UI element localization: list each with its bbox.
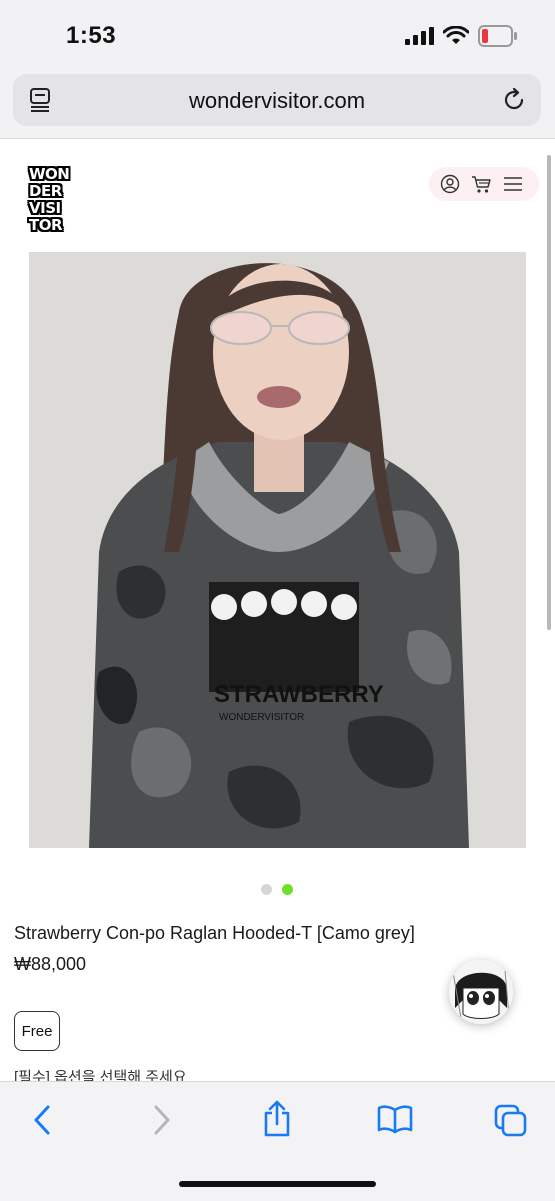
wifi-icon [443,26,469,44]
status-bar: 1:53 [0,0,555,70]
home-indicator[interactable] [179,1181,376,1187]
battery-low-icon [478,25,517,47]
tabs-icon[interactable] [494,1104,528,1138]
manga-avatar-icon [449,960,513,1024]
product-price: ₩88,000 [14,954,87,974]
print-text: STRAWBERRY [214,681,384,708]
logo-line: WON [29,165,70,183]
logo-line: DER [29,182,62,200]
status-time: 1:53 [66,22,117,49]
share-icon[interactable] [262,1100,292,1138]
scroll-indicator[interactable] [547,155,551,630]
site-logo[interactable]: WON DER VISI TOR [29,166,81,236]
product-image[interactable]: STRAWBERRY WONDERVISITOR [29,252,526,848]
menu-icon[interactable] [503,175,523,193]
browser-top-bar: wondervisitor.com [0,70,555,139]
carousel-dot-1[interactable] [261,884,272,895]
url-text: wondervisitor.com [188,88,366,113]
carousel-dot-2-active[interactable] [282,884,293,895]
forward-icon[interactable] [152,1104,172,1136]
cart-icon[interactable] [471,174,493,194]
print-subtext: WONDERVISITOR [219,712,304,723]
product-photo: STRAWBERRY WONDERVISITOR [29,252,526,848]
reload-icon[interactable] [501,87,527,113]
cellular-signal-icon [405,27,434,45]
product-title: Strawberry Con-po Raglan Hooded-T [Camo … [14,923,415,943]
bookmarks-icon[interactable] [377,1104,413,1134]
carousel-dots [261,882,303,895]
option-free-button[interactable]: Free [14,1011,60,1051]
chat-avatar-button[interactable] [449,960,513,1024]
address-bar[interactable]: wondervisitor.com [13,74,541,126]
header-actions [429,167,539,201]
logo-line: TOR [29,216,63,234]
user-icon[interactable] [440,174,460,194]
logo-line: VISI [29,199,61,217]
back-icon[interactable] [32,1104,52,1136]
